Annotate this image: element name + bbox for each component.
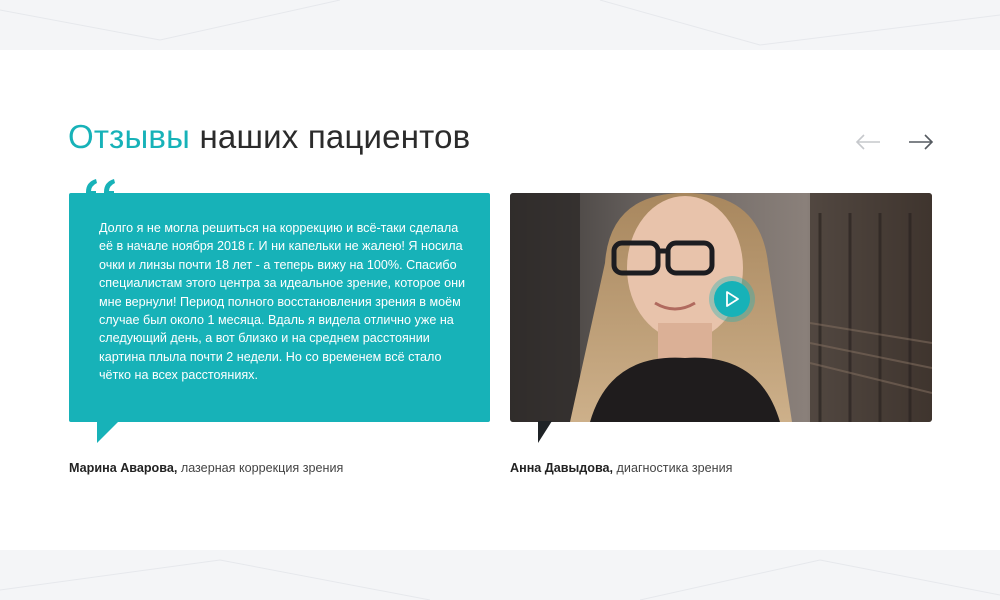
page: Отзывы наших пациентов Долго я не могла … [0, 0, 1000, 600]
play-button[interactable] [709, 276, 755, 322]
review-text: Долго я не могла решиться на коррекцию и… [99, 221, 466, 383]
arrow-left-icon [855, 134, 880, 150]
review-author: Марина Аварова, лазерная коррекция зрени… [69, 461, 343, 475]
prev-button[interactable] [852, 128, 884, 156]
section-title-rest: наших пациентов [190, 118, 471, 155]
author-name: Марина Аварова, [69, 461, 178, 475]
review-card-video[interactable] [510, 193, 932, 422]
section-title-accent: Отзывы [68, 118, 191, 155]
author-service: лазерная коррекция зрения [177, 461, 344, 475]
speech-bubble-tail [538, 421, 552, 443]
review-card-text: Долго я не могла решиться на коррекцию и… [69, 193, 490, 422]
author-name: Анна Давыдова, [510, 461, 614, 475]
speech-bubble-tail [97, 421, 119, 443]
next-button[interactable] [905, 128, 937, 156]
play-icon [726, 291, 739, 307]
author-service: диагностика зрения [613, 461, 733, 475]
play-button-inner [714, 281, 750, 317]
review-author: Анна Давыдова, диагностика зрения [510, 461, 732, 475]
section-title: Отзывы наших пациентов [68, 118, 470, 156]
arrow-right-icon [909, 134, 934, 150]
